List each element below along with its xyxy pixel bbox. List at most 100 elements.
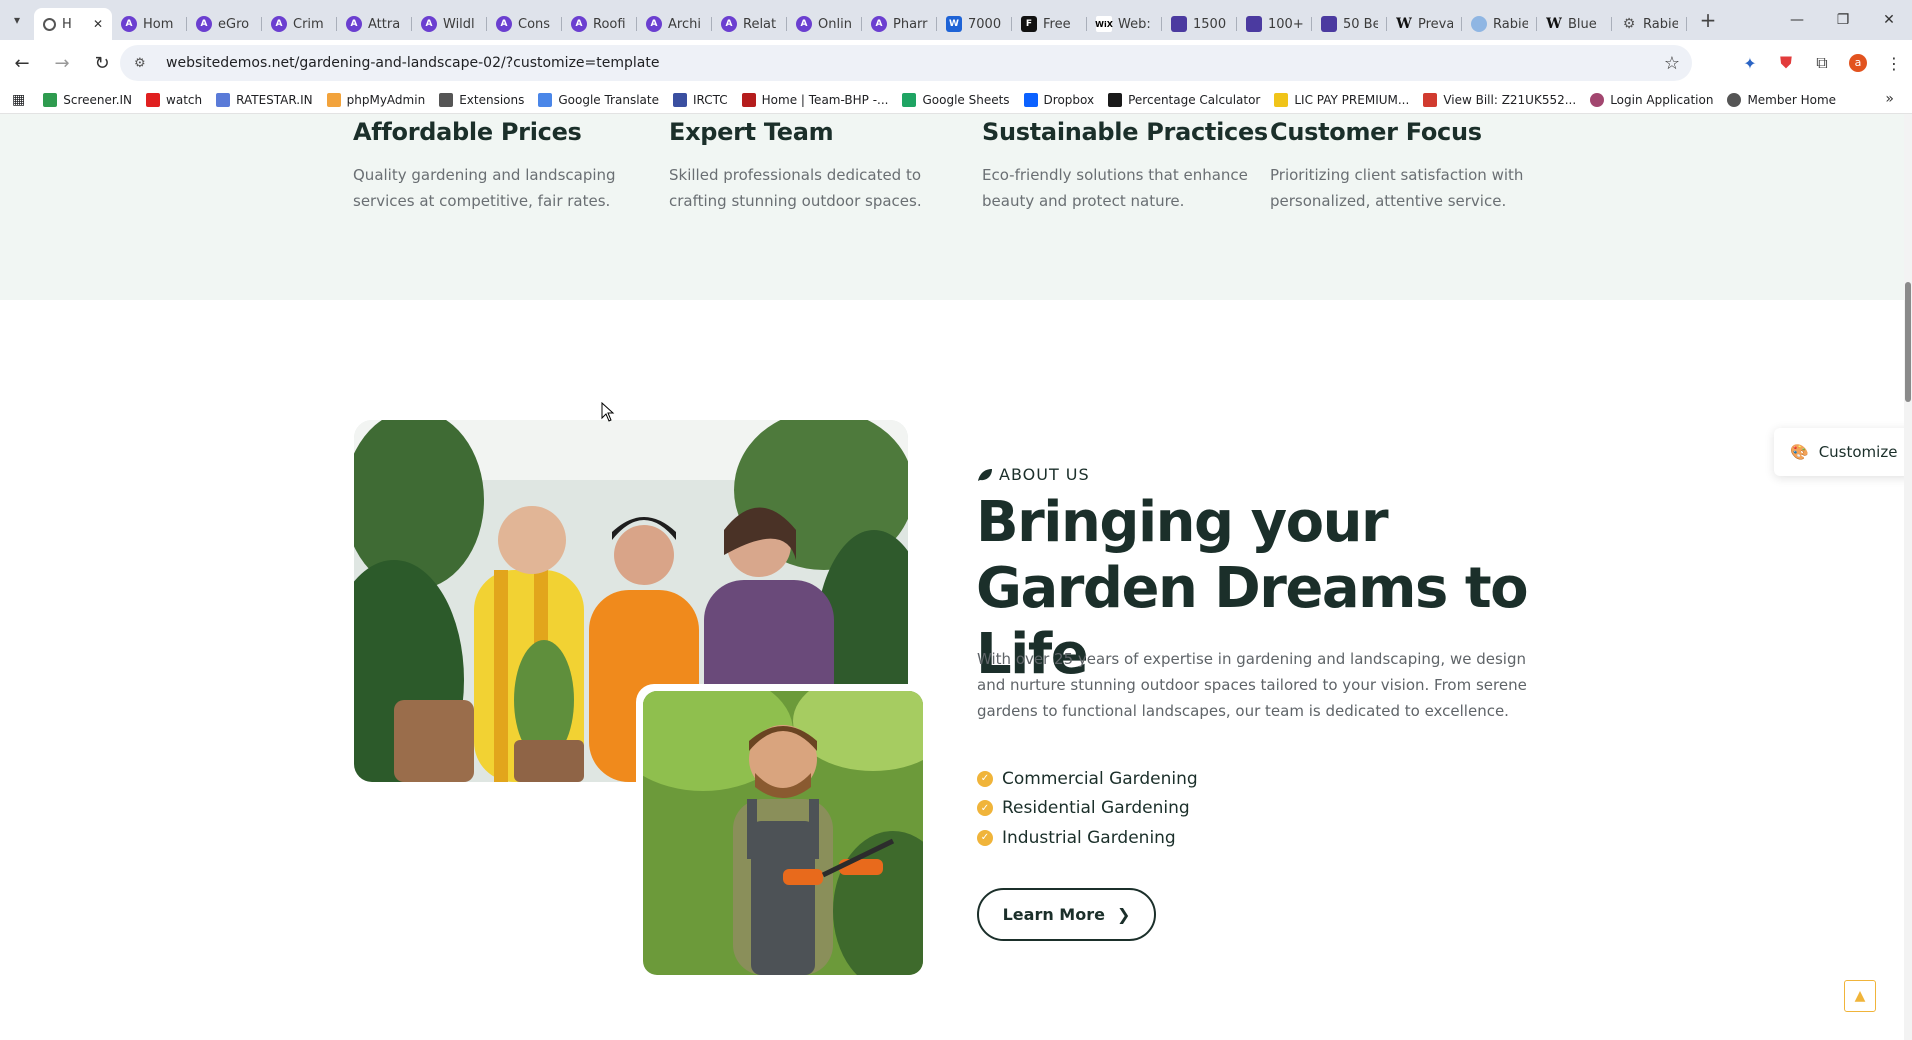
astra-icon: A	[796, 16, 812, 32]
tab-13[interactable]: F Free	[1012, 8, 1087, 40]
percent-icon	[1108, 92, 1123, 107]
lic-icon	[1274, 92, 1289, 107]
menu-icon[interactable]: ⋮	[1876, 45, 1912, 81]
bookmark-4[interactable]: Extensions	[439, 92, 524, 107]
tab-14[interactable]: WiX Web:	[1087, 8, 1162, 40]
globe-icon	[1471, 16, 1487, 32]
profile-avatar[interactable]: a	[1840, 45, 1876, 81]
extension-icon-red[interactable]: ⛊	[1768, 45, 1804, 81]
bookmark-0[interactable]: Screener.IN	[43, 92, 132, 107]
address-bar[interactable]: ⚙ websitedemos.net/gardening-and-landsca…	[120, 45, 1692, 81]
page-scrollbar[interactable]	[1904, 114, 1912, 1040]
canva-icon	[1171, 16, 1187, 32]
tab-label: Hom	[143, 16, 174, 32]
tab-label: 100+	[1268, 16, 1303, 32]
phpmyadmin-icon	[326, 92, 341, 107]
extension-icon-blue[interactable]: ✦	[1732, 45, 1768, 81]
tab-label: Web:	[1118, 16, 1151, 32]
astra-icon: A	[421, 16, 437, 32]
bookmark-6[interactable]: IRCTC	[672, 92, 728, 107]
learn-more-button[interactable]: Learn More ❯	[977, 888, 1156, 941]
tab-strip: ▾ H ✕ A Hom AeGro A Crim A Attra A Wildl A Co…	[0, 0, 1912, 40]
wikipedia-icon: W	[1546, 16, 1562, 32]
bookmark-2[interactable]: RATESTAR.IN	[216, 92, 313, 107]
bookmark-star-icon[interactable]: ☆	[1664, 53, 1680, 74]
astra-icon: A	[121, 16, 137, 32]
scroll-to-top-button[interactable]: ▲	[1844, 980, 1876, 1012]
tab-2[interactable]: AeGro	[187, 8, 262, 40]
minimize-icon[interactable]: —	[1774, 0, 1820, 40]
bookmark-14[interactable]: Member Home	[1727, 92, 1836, 107]
tab-3[interactable]: A Crim	[262, 8, 337, 40]
bookmark-10[interactable]: Percentage Calculator	[1108, 92, 1260, 107]
tab-19[interactable]: Rabie	[1462, 8, 1537, 40]
bookmark-13[interactable]: Login Application	[1590, 92, 1713, 107]
tab-10[interactable]: A Onlin	[787, 8, 862, 40]
gardener-photo-illustration	[643, 691, 923, 975]
check-circle-icon: ✓	[977, 770, 993, 787]
youtube-icon	[146, 92, 161, 107]
back-icon[interactable]: ←	[4, 45, 40, 81]
tab-1[interactable]: A Hom	[112, 8, 187, 40]
close-icon[interactable]: ✕	[93, 17, 103, 31]
about-eyebrow: ABOUT US	[977, 465, 1090, 484]
tab-4[interactable]: A Attra	[337, 8, 412, 40]
tab-label: Rabie	[1643, 16, 1678, 32]
tab-5[interactable]: A Wildl	[412, 8, 487, 40]
tab-17[interactable]: 50 Be	[1312, 8, 1387, 40]
reload-icon[interactable]: ↻	[84, 45, 120, 81]
bookmark-label: Dropbox	[1043, 92, 1095, 107]
site-info-icon[interactable]: ⚙	[134, 56, 154, 71]
bookmark-7[interactable]: Home | Team-BHP -...	[741, 92, 888, 107]
learn-more-label: Learn More	[1002, 905, 1105, 924]
tab-label: Relat	[743, 16, 777, 32]
feature-text: Skilled professionals dedicated to craft…	[669, 166, 922, 210]
tab-16[interactable]: 100+	[1237, 8, 1312, 40]
bookmark-9[interactable]: Dropbox	[1023, 92, 1095, 107]
chart-icon	[43, 92, 58, 107]
tab-12[interactable]: W 7000	[937, 8, 1012, 40]
url-text: websitedemos.net/gardening-and-landscape…	[166, 55, 660, 71]
tab-21[interactable]: ⚙ Rabie	[1612, 8, 1687, 40]
bookmark-8[interactable]: Google Sheets	[902, 92, 1010, 107]
tab-label: eGro	[218, 16, 250, 32]
close-window-icon[interactable]: ✕	[1866, 0, 1912, 40]
tab-9[interactable]: A Relat	[712, 8, 787, 40]
apps-icon[interactable]: ▦	[12, 92, 25, 108]
feature-text: Quality gardening and landscaping servic…	[353, 166, 616, 210]
scrollbar-thumb[interactable]	[1905, 282, 1911, 402]
bookmark-11[interactable]: LIC PAY PREMIUM...	[1274, 92, 1409, 107]
bookmark-12[interactable]: View Bill: Z21UK552...	[1423, 92, 1576, 107]
bookmark-3[interactable]: phpMyAdmin	[326, 92, 425, 107]
customize-button[interactable]: 🎨 Customize	[1774, 428, 1912, 476]
about-eyebrow-label: ABOUT US	[999, 465, 1090, 484]
forward-icon[interactable]: →	[44, 45, 80, 81]
tab-18[interactable]: W Preva	[1387, 8, 1462, 40]
tab-0[interactable]: H ✕	[34, 8, 112, 40]
new-tab-button[interactable]: +	[1693, 4, 1723, 36]
tab-11[interactable]: A Pharr	[862, 8, 937, 40]
tab-8[interactable]: A Archi	[637, 8, 712, 40]
tab-label: Wildl	[443, 16, 475, 32]
tab-search-icon[interactable]: ▾	[0, 0, 34, 40]
flag-icon: F	[1021, 16, 1037, 32]
tab-20[interactable]: W Blue	[1537, 8, 1612, 40]
bookmark-label: RATESTAR.IN	[236, 92, 313, 107]
tab-15[interactable]: 1500	[1162, 8, 1237, 40]
astra-icon: A	[496, 16, 512, 32]
mouse-cursor-icon	[601, 402, 615, 422]
chevron-right-icon: ❯	[1116, 905, 1131, 924]
restore-icon[interactable]: ❐	[1820, 0, 1866, 40]
feature-expert-team: Expert Team Skilled professionals dedica…	[669, 114, 969, 214]
astra-icon: A	[871, 16, 887, 32]
astra-icon: A	[571, 16, 587, 32]
palette-icon: 🎨	[1790, 443, 1809, 461]
bookmark-5[interactable]: Google Translate	[538, 92, 659, 107]
puzzle-icon[interactable]: ⧉	[1804, 45, 1840, 81]
gardener-photo	[643, 691, 923, 975]
tab-7[interactable]: A Roofi	[562, 8, 637, 40]
customize-label: Customize	[1818, 443, 1898, 461]
bookmark-1[interactable]: watch	[146, 92, 202, 107]
chevron-right-icon[interactable]: »	[1885, 91, 1894, 107]
tab-6[interactable]: A Cons	[487, 8, 562, 40]
